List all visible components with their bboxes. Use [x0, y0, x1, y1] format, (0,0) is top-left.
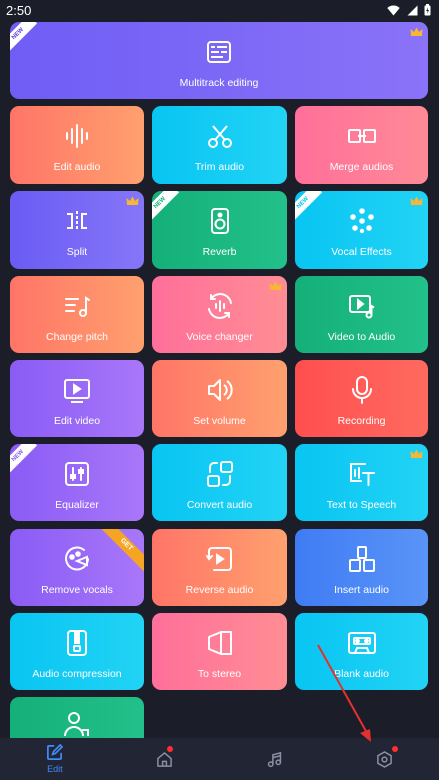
nav-music[interactable] [220, 738, 330, 780]
pitch-icon [62, 291, 92, 321]
dots-cluster-icon [347, 206, 377, 236]
bottom-navigation: Edit [0, 738, 439, 780]
nav-settings[interactable] [329, 738, 439, 780]
tile-label: Insert audio [334, 583, 389, 596]
tile-label: To stereo [197, 667, 242, 680]
text-to-speech-icon [347, 459, 377, 489]
tile-label: Reverb [202, 246, 237, 258]
tile-reverb[interactable]: NEW Reverb [152, 191, 287, 269]
multitrack-icon [204, 37, 234, 67]
get-ribbon: GET [97, 529, 144, 574]
crown-icon [126, 196, 139, 206]
tile-trim-audio[interactable]: Trim audio [152, 106, 287, 184]
tile-text-to-speech[interactable]: Text to Speech [295, 444, 428, 521]
reverse-icon [205, 544, 235, 574]
tile-label: Text to Speech [326, 498, 397, 511]
tile-label: Edit audio [53, 161, 101, 173]
split-icon [62, 206, 92, 236]
tile-convert-audio[interactable]: Convert audio [152, 444, 287, 521]
notification-dot [392, 746, 399, 752]
tile-label: Reverse audio [185, 583, 254, 596]
tile-split[interactable]: Split [10, 191, 144, 269]
tile-edit-audio[interactable]: Edit audio [10, 106, 144, 184]
tile-label: Multitrack editing [179, 76, 259, 89]
tile-merge-audios[interactable]: Merge audios [295, 106, 428, 184]
tile-to-stereo[interactable]: To stereo [152, 613, 287, 690]
speaker-icon [205, 206, 235, 236]
tile-remove-vocals[interactable]: GET Remove vocals [10, 529, 144, 606]
tile-label: Equalizer [55, 498, 99, 511]
tile-label: Audio compression [32, 667, 122, 680]
new-badge: NEW [152, 191, 180, 223]
crown-icon [269, 281, 282, 291]
equalizer-icon [62, 459, 92, 489]
tile-label: Vocal Effects [331, 246, 392, 258]
tile-label: Convert audio [186, 498, 253, 511]
new-badge: NEW [10, 444, 38, 476]
notification-dot [166, 746, 173, 752]
new-badge: NEW [295, 191, 323, 223]
play-box-icon [62, 375, 92, 405]
microphone-icon [347, 375, 377, 405]
home-icon [157, 751, 172, 767]
insert-icon [347, 544, 377, 574]
crown-icon [410, 449, 423, 459]
tile-vocal-effects[interactable]: NEW Vocal Effects [295, 191, 428, 269]
tile-label: Recording [337, 414, 386, 427]
remove-vocals-icon [62, 544, 92, 574]
new-badge: NEW [10, 22, 38, 54]
crown-icon [410, 27, 423, 37]
nav-home[interactable] [110, 738, 220, 780]
tile-edit-video[interactable]: Edit video [10, 360, 144, 437]
waveform-icon [62, 121, 92, 151]
tile-reverse-audio[interactable]: Reverse audio [152, 529, 287, 606]
tile-user-group[interactable] [10, 697, 144, 738]
tile-audio-compression[interactable]: Audio compression [10, 613, 144, 690]
settings-icon [376, 750, 392, 768]
tile-label: Edit video [53, 414, 101, 427]
video-to-audio-icon [347, 291, 377, 321]
tile-label: Set volume [193, 414, 246, 427]
feature-grid: NEW Multitrack editing Edit audio Trim a… [0, 0, 439, 780]
scissors-icon [205, 121, 235, 151]
voice-changer-icon [205, 291, 235, 321]
cassette-icon [347, 628, 377, 658]
tile-label: Voice changer [186, 330, 253, 343]
edit-icon [47, 744, 64, 760]
tile-equalizer[interactable]: NEW Equalizer [10, 444, 144, 521]
tile-label: Change pitch [46, 330, 108, 343]
volume-icon [205, 375, 235, 405]
tile-label: Remove vocals [41, 583, 113, 596]
tile-multitrack-editing[interactable]: NEW Multitrack editing [10, 22, 428, 99]
tile-label: Trim audio [194, 161, 245, 173]
merge-icon [347, 121, 377, 151]
nav-edit[interactable]: Edit [0, 738, 110, 780]
tile-label: Merge audios [329, 161, 394, 173]
user-group-icon [62, 708, 92, 738]
music-note-icon [267, 751, 282, 767]
zip-icon [62, 628, 92, 658]
tile-voice-changer[interactable]: Voice changer [152, 276, 287, 353]
tile-label: Blank audio [334, 667, 389, 680]
tile-video-to-audio[interactable]: Video to Audio [295, 276, 428, 353]
nav-edit-label: Edit [47, 764, 63, 774]
crown-icon [410, 196, 423, 206]
tile-label: Split [66, 246, 88, 258]
tile-change-pitch[interactable]: Change pitch [10, 276, 144, 353]
convert-icon [205, 459, 235, 489]
tile-insert-audio[interactable]: Insert audio [295, 529, 428, 606]
tile-blank-audio[interactable]: Blank audio [295, 613, 428, 690]
tile-set-volume[interactable]: Set volume [152, 360, 287, 437]
stereo-icon [205, 628, 235, 658]
tile-recording[interactable]: Recording [295, 360, 428, 437]
tile-label: Video to Audio [327, 330, 396, 343]
